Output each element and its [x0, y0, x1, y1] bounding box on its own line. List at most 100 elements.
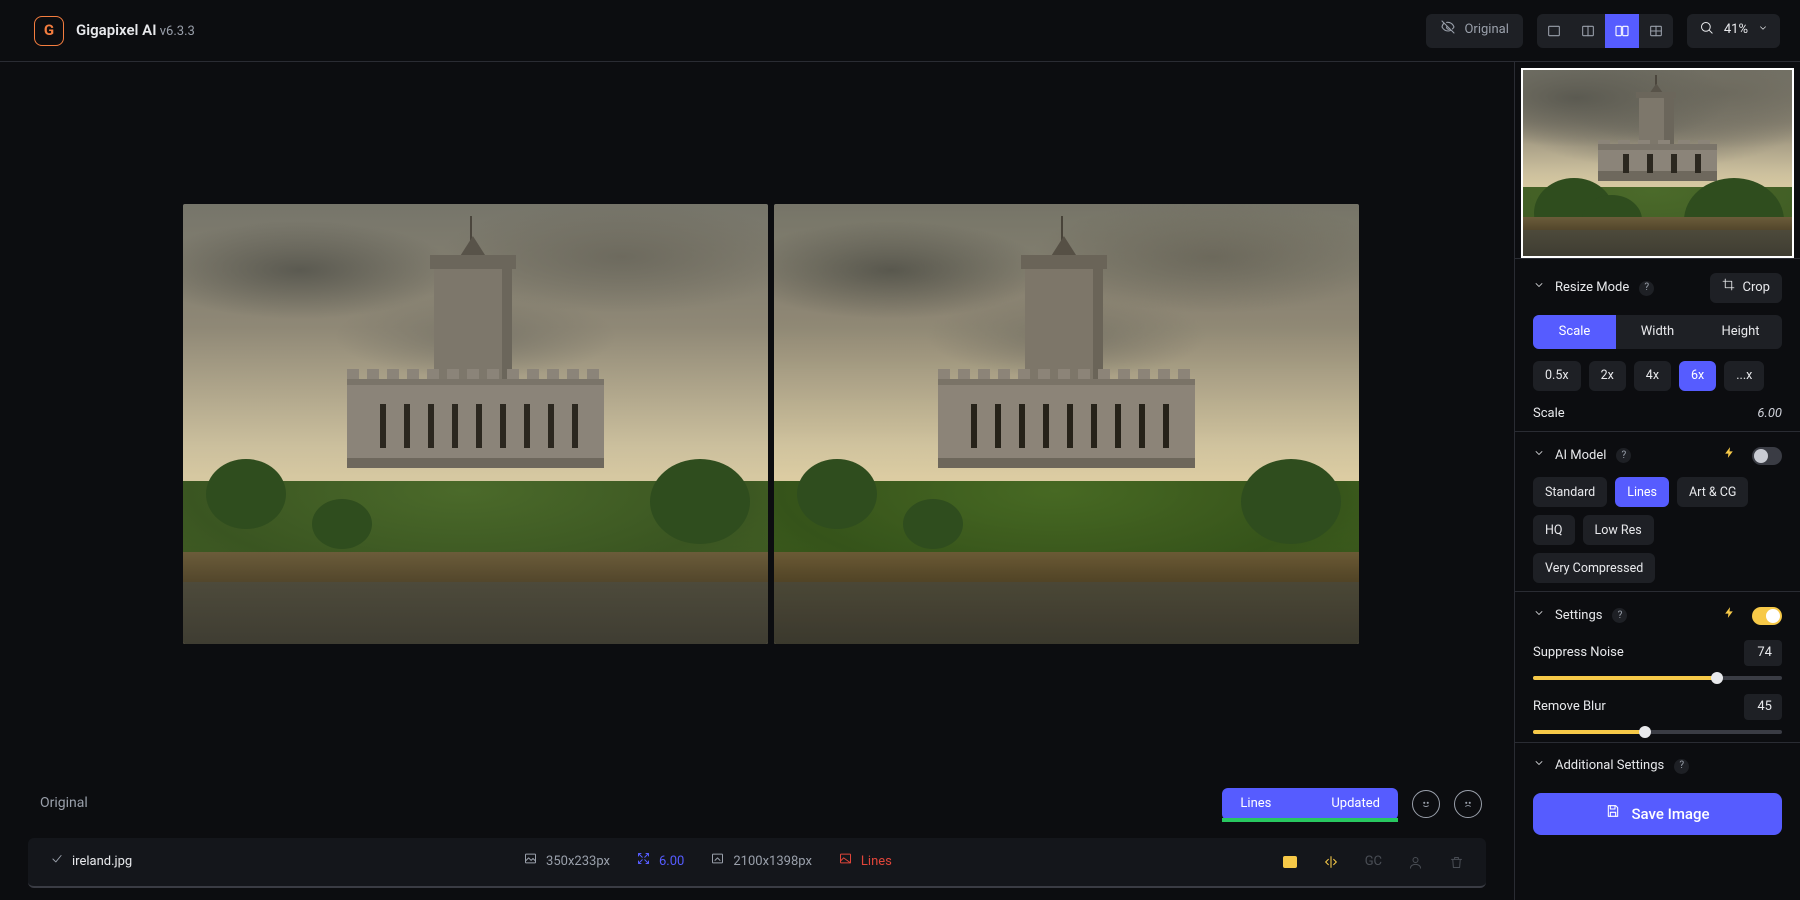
- section-additional-title: Additional Settings: [1555, 757, 1664, 775]
- help-icon[interactable]: ?: [1639, 281, 1654, 296]
- scale-label: Scale: [1533, 405, 1565, 423]
- main-area: Original Lines Updated ireland.jpg 350x2…: [0, 62, 1514, 900]
- section-resize-title: Resize Mode: [1555, 279, 1629, 297]
- mode-height-button[interactable]: Height: [1699, 315, 1782, 349]
- navigator-thumbnail[interactable]: [1521, 68, 1794, 258]
- chevron-down-icon[interactable]: [1533, 607, 1545, 625]
- rate-bad-button[interactable]: [1454, 790, 1482, 818]
- help-icon[interactable]: ?: [1674, 759, 1689, 774]
- view-grid-button[interactable]: [1639, 14, 1673, 48]
- app-name: Gigapixel AI: [76, 21, 157, 39]
- topbar: G Gigapixel AI v6.3.3 Original 41%: [0, 0, 1800, 62]
- save-label: Save Image: [1631, 804, 1709, 825]
- chevron-down-icon: [1758, 21, 1768, 39]
- scale-readout: 6.00: [1757, 405, 1782, 423]
- model-artcg-button[interactable]: Art & CG: [1677, 477, 1748, 507]
- image-out-icon: [710, 851, 725, 872]
- help-icon[interactable]: ?: [1616, 448, 1631, 463]
- help-icon[interactable]: ?: [1612, 608, 1627, 623]
- out-dim-value: 2100x1398px: [733, 853, 812, 871]
- noise-slider[interactable]: [1533, 676, 1782, 680]
- file-footer: ireland.jpg 350x233px 6.00 2100x1398px: [28, 838, 1486, 888]
- check-icon: [50, 852, 64, 872]
- preview-updated[interactable]: [774, 204, 1359, 644]
- src-dim-value: 350x233px: [546, 853, 610, 871]
- preview-original[interactable]: [183, 204, 768, 644]
- ai-model-chips: Standard Lines Art & CG HQ Low Res Very …: [1533, 477, 1782, 583]
- zoom-value: 41%: [1724, 21, 1748, 39]
- out-dimensions: 2100x1398px: [710, 851, 812, 872]
- sidebar: Resize Mode ? Crop Scale Width Height 0.…: [1514, 62, 1800, 900]
- bolt-icon: [1723, 446, 1736, 465]
- chevron-down-icon[interactable]: [1533, 757, 1545, 775]
- brand: G Gigapixel AI v6.3.3: [34, 16, 195, 46]
- color-swatch-icon: [1283, 856, 1297, 868]
- section-settings: Settings ? Suppress Noise 74: [1515, 591, 1800, 742]
- slider-knob[interactable]: [1711, 672, 1723, 684]
- scale-2x-button[interactable]: 2x: [1589, 361, 1626, 391]
- model-vcompressed-button[interactable]: Very Compressed: [1533, 553, 1655, 583]
- model-lowres-button[interactable]: Low Res: [1583, 515, 1654, 545]
- face-recovery-button[interactable]: [1408, 855, 1423, 870]
- eye-off-icon: [1440, 19, 1456, 41]
- chevron-down-icon[interactable]: [1533, 279, 1545, 297]
- delete-button[interactable]: [1449, 855, 1464, 870]
- view-single-button[interactable]: [1537, 14, 1571, 48]
- color-space-button[interactable]: [1283, 856, 1297, 868]
- src-dimensions: 350x233px: [523, 851, 610, 872]
- app-logo: G: [34, 16, 64, 46]
- app-title: Gigapixel AI v6.3.3: [76, 20, 195, 41]
- model-standard-button[interactable]: Standard: [1533, 477, 1607, 507]
- model-indicator: Lines: [838, 851, 892, 872]
- view-split-button[interactable]: [1571, 14, 1605, 48]
- gc-indicator: GC: [1365, 853, 1382, 871]
- scale-factor-chips: 0.5x 2x 4x 6x ...x: [1533, 361, 1782, 391]
- chevron-down-icon[interactable]: [1533, 447, 1545, 465]
- crop-button[interactable]: Crop: [1710, 273, 1782, 303]
- noise-label: Suppress Noise: [1533, 644, 1624, 662]
- mode-scale-button[interactable]: Scale: [1533, 315, 1616, 349]
- model-lines-button[interactable]: Lines: [1615, 477, 1669, 507]
- gc-label: GC: [1365, 853, 1382, 871]
- toggle-original-button[interactable]: Original: [1426, 14, 1522, 48]
- scale-custom-button[interactable]: ...x: [1724, 361, 1764, 391]
- compare-toggle-button[interactable]: [1323, 854, 1339, 870]
- section-ai-model: AI Model ? Standard Lines Art & CG HQ Lo…: [1515, 431, 1800, 591]
- section-additional: Additional Settings ?: [1515, 742, 1800, 779]
- noise-value[interactable]: 74: [1744, 640, 1782, 666]
- scale-value: 6.00: [659, 853, 684, 871]
- scale-6x-button[interactable]: 6x: [1679, 361, 1716, 391]
- save-image-button[interactable]: Save Image: [1533, 793, 1782, 835]
- preview-labels-row: Original Lines Updated: [0, 774, 1514, 820]
- resize-mode-segment: Scale Width Height: [1533, 315, 1782, 349]
- blur-slider[interactable]: [1533, 730, 1782, 734]
- preview-area[interactable]: [0, 62, 1514, 774]
- settings-auto-toggle[interactable]: [1752, 607, 1782, 625]
- rate-good-button[interactable]: [1412, 790, 1440, 818]
- scale-indicator: 6.00: [636, 851, 684, 872]
- view-mode-group: [1537, 14, 1673, 48]
- label-original: Original: [40, 794, 88, 814]
- scale-0-5x-button[interactable]: 0.5x: [1533, 361, 1581, 391]
- file-name: ireland.jpg: [72, 853, 132, 871]
- slider-suppress-noise: Suppress Noise 74: [1533, 640, 1782, 680]
- model-hq-button[interactable]: HQ: [1533, 515, 1575, 545]
- preview-compare: [183, 204, 1359, 644]
- app-root: G Gigapixel AI v6.3.3 Original 41%: [0, 0, 1800, 900]
- mode-width-button[interactable]: Width: [1616, 315, 1699, 349]
- scale-4x-button[interactable]: 4x: [1634, 361, 1671, 391]
- zoom-control[interactable]: 41%: [1687, 14, 1780, 48]
- file-selected[interactable]: ireland.jpg: [50, 852, 132, 872]
- app-version: v6.3.3: [160, 24, 195, 39]
- slider-knob[interactable]: [1639, 726, 1651, 738]
- view-side-by-side-button[interactable]: [1605, 14, 1639, 48]
- magnifier-icon: [1699, 20, 1714, 41]
- save-icon: [1605, 803, 1621, 825]
- arrows-out-icon: [636, 851, 651, 872]
- blur-value[interactable]: 45: [1744, 694, 1782, 720]
- ai-auto-toggle[interactable]: [1752, 447, 1782, 465]
- slider-remove-blur: Remove Blur 45: [1533, 694, 1782, 734]
- result-updated-label: Updated: [1331, 795, 1380, 813]
- model-name: Lines: [861, 853, 892, 871]
- result-model-chip[interactable]: Lines Updated: [1222, 788, 1398, 820]
